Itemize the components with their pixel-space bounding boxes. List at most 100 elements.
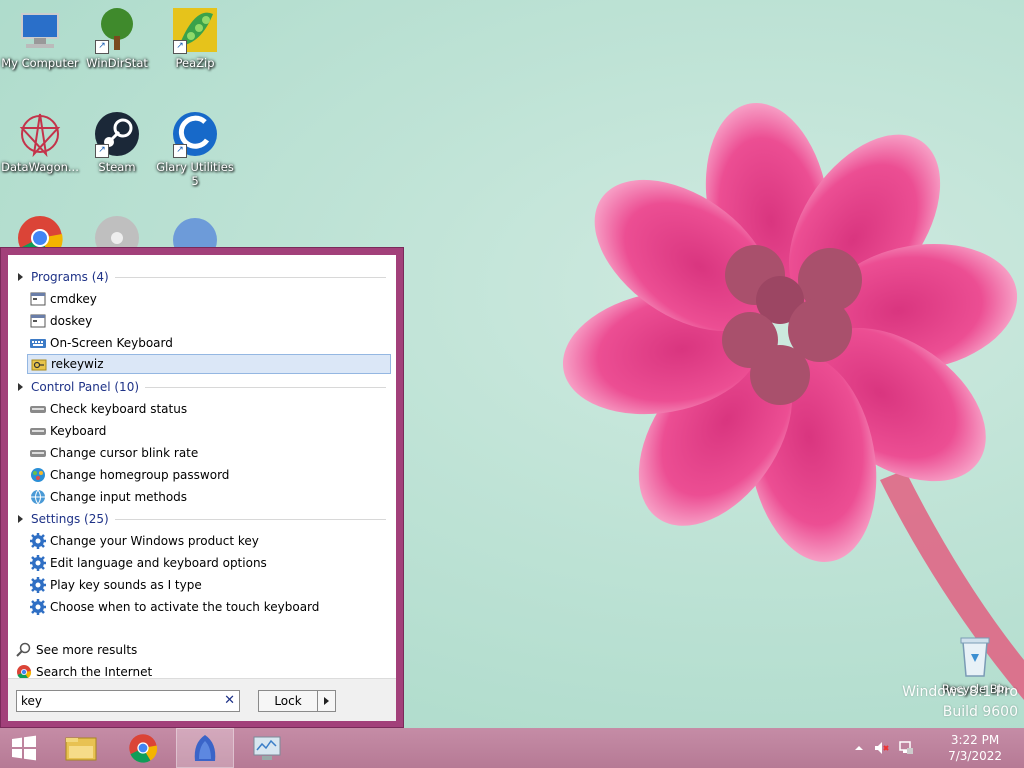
desktop-icon-label: DataWagon... [1, 160, 79, 174]
gear-icon [30, 533, 46, 549]
search-box: ✕ [16, 690, 240, 712]
result-label: Change your Windows product key [50, 534, 259, 548]
result-label: On-Screen Keyboard [50, 336, 173, 350]
search-icon [16, 642, 31, 657]
result-label: rekeywiz [51, 357, 104, 371]
category-label: Settings (25) [31, 512, 109, 526]
category-divider [145, 386, 386, 388]
peazip-icon: ↗ [171, 6, 219, 54]
watermark-build: Build 9600 [942, 704, 1018, 720]
result-touch-keyboard[interactable]: Choose when to activate the touch keyboa… [27, 597, 391, 617]
windows-logo-icon [12, 735, 36, 761]
shortcut-arrow-icon: ↗ [95, 144, 109, 158]
result-change-homegroup-password[interactable]: Change homegroup password [27, 465, 391, 485]
tree-icon: ↗ [93, 6, 141, 54]
datawagon-icon [16, 110, 64, 158]
result-doskey[interactable]: doskey [27, 311, 391, 331]
taskbar-clock[interactable]: 3:22 PM 7/3/2022 [948, 732, 1002, 764]
speaker-muted-icon [875, 742, 889, 754]
windows-watermark: Windows 8.1 Pro Build 9600 [902, 684, 1018, 720]
category-control-panel[interactable]: Control Panel (10) [18, 376, 386, 398]
power-options-arrow-button[interactable] [317, 690, 336, 712]
shortcut-arrow-icon: ↗ [95, 40, 109, 54]
clock-date: 7/3/2022 [948, 749, 1002, 763]
result-label: Change cursor blink rate [50, 446, 199, 460]
category-settings[interactable]: Settings (25) [18, 508, 386, 530]
glary-utilities-icon: ↗ [171, 110, 219, 158]
computer-icon [16, 6, 64, 54]
steam-icon: ↗ [93, 110, 141, 158]
keyboard-icon [30, 339, 46, 348]
start-menu: Programs (4) cmdkey doskey On-Screen Key… [0, 247, 404, 728]
category-label: Control Panel (10) [31, 380, 140, 394]
recycle-bin-icon [951, 632, 999, 680]
result-label: cmdkey [50, 292, 97, 306]
result-check-keyboard-status[interactable]: Check keyboard status [27, 399, 391, 419]
result-label: Choose when to activate the touch keyboa… [50, 600, 320, 614]
desktop-icon-steam[interactable]: ↗ Steam [77, 110, 157, 174]
category-divider [114, 276, 386, 278]
search-results-panel: Programs (4) cmdkey doskey On-Screen Key… [8, 255, 396, 680]
taskbar-chrome[interactable] [114, 728, 172, 768]
result-rekeywiz[interactable]: rekeywiz [27, 354, 391, 374]
search-internet-label: Search the Internet [36, 665, 153, 679]
clear-search-icon[interactable]: ✕ [224, 693, 235, 709]
keyboard-icon [30, 450, 46, 457]
expand-arrow-icon [18, 383, 23, 391]
desktop-icon-my-computer[interactable]: My Computer [0, 6, 80, 70]
result-change-product-key[interactable]: Change your Windows product key [27, 531, 391, 551]
result-label: doskey [50, 314, 93, 328]
start-button[interactable] [0, 728, 48, 768]
show-hidden-icons-button[interactable] [851, 740, 867, 756]
see-more-results-link[interactable]: See more results [16, 640, 137, 660]
desktop-icon-label: Steam [98, 160, 136, 174]
see-more-label: See more results [36, 643, 138, 657]
taskbar-file-explorer[interactable] [52, 728, 110, 768]
key-folder-icon [31, 359, 47, 371]
desktop-icon-peazip[interactable]: ↗ PeaZip [155, 6, 235, 70]
folder-icon [65, 737, 97, 761]
result-label: Check keyboard status [50, 402, 188, 416]
result-edit-language-keyboard[interactable]: Edit language and keyboard options [27, 553, 391, 573]
result-label: Edit language and keyboard options [50, 556, 267, 570]
desktop-icon-windirstat[interactable]: ↗ WinDirStat [77, 6, 157, 70]
network-tray[interactable] [898, 740, 914, 756]
result-cmdkey[interactable]: cmdkey [27, 289, 391, 309]
result-label: Play key sounds as I type [50, 578, 202, 592]
network-icon [899, 741, 913, 754]
lock-button[interactable]: Lock [258, 690, 318, 712]
chevron-up-icon [855, 746, 863, 750]
watermark-edition: Windows 8.1 Pro [902, 684, 1018, 700]
desktop-icon-label: WinDirStat [86, 56, 148, 70]
desktop-icon-glary-utilities[interactable]: ↗ Glary Utilities 5 [155, 110, 235, 188]
clock-time: 3:22 PM [950, 733, 1000, 747]
desktop-icon-datawagon[interactable]: DataWagon... [0, 110, 80, 174]
desktop-icon-label: My Computer [1, 56, 79, 70]
category-programs[interactable]: Programs (4) [18, 266, 386, 288]
shortcut-arrow-icon: ↗ [173, 40, 187, 54]
globe-input-icon [31, 489, 45, 505]
result-label: Change input methods [50, 490, 188, 504]
expand-arrow-icon [18, 273, 23, 281]
desktop-icon-label: Glary Utilities 5 [156, 160, 234, 188]
gear-icon [30, 555, 46, 571]
category-label: Programs (4) [31, 270, 109, 284]
result-play-key-sounds[interactable]: Play key sounds as I type [27, 575, 391, 595]
taskbar-app-monitor[interactable] [238, 728, 296, 768]
result-label: Keyboard [50, 424, 107, 438]
homegroup-icon [31, 468, 45, 482]
search-input[interactable] [21, 693, 217, 709]
taskbar: 3:22 PM 7/3/2022 [0, 728, 1024, 768]
result-keyboard[interactable]: Keyboard [27, 421, 391, 441]
keyboard-icon [30, 428, 46, 435]
result-change-cursor-blink-rate[interactable]: Change cursor blink rate [27, 443, 391, 463]
result-on-screen-keyboard[interactable]: On-Screen Keyboard [27, 333, 391, 353]
console-app-icon [30, 314, 46, 328]
result-change-input-methods[interactable]: Change input methods [27, 487, 391, 507]
gear-icon [30, 599, 46, 615]
monitor-app-icon [253, 736, 281, 760]
expand-arrow-icon [18, 515, 23, 523]
taskbar-app-blue[interactable] [176, 728, 234, 768]
chrome-icon [129, 734, 158, 763]
volume-muted-tray[interactable] [874, 740, 890, 756]
